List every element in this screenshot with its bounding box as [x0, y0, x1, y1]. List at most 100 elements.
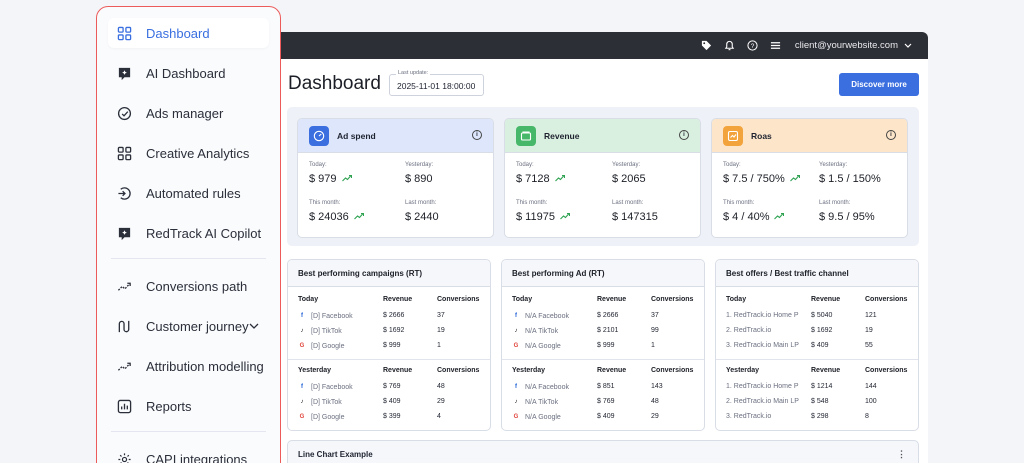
kpi-area: Ad spend i Today: $ 979 Yesterday: $ 890… [287, 107, 919, 246]
sidebar-item-creative-analytics[interactable]: Creative Analytics [108, 138, 269, 168]
col-header-conversions: Conversions [865, 296, 908, 303]
sidebar-item-customer-journey[interactable]: Customer journey [108, 311, 269, 341]
table-row[interactable]: G N/A Google $ 409 29 [502, 413, 704, 424]
sidebar-item-label: CAPI integrations [146, 451, 248, 463]
table-row[interactable]: ♪ [D] TikTok $ 1692 19 [288, 327, 490, 338]
help-icon[interactable]: ? [746, 39, 760, 53]
kpi-today-label: Today: [723, 162, 741, 168]
trend-chart-icon [723, 125, 743, 146]
kpi-title: Roas [751, 130, 772, 141]
facebook-icon: f [515, 384, 517, 390]
row-conversions: 100 [865, 398, 877, 405]
sidebar-item-dashboard[interactable]: Dashboard [108, 18, 269, 48]
google-icon: G [299, 343, 305, 349]
section-label: Yesterday [298, 367, 332, 374]
table-row[interactable]: f N/A Facebook $ 851 143 [502, 383, 704, 394]
trend-up-icon [785, 173, 800, 185]
discover-more-button[interactable]: Discover more [839, 73, 919, 96]
row-revenue: $ 409 [811, 342, 829, 349]
report-icon [115, 397, 133, 415]
row-revenue: $ 5040 [811, 312, 833, 319]
info-icon[interactable]: i [472, 130, 482, 140]
table-row[interactable]: 1. RedTrack.io Home P $ 1214 144 [716, 383, 918, 394]
row-revenue: $ 2666 [597, 312, 619, 319]
row-name: N/A TikTok [525, 398, 559, 406]
sidebar-item-attribution-modelling[interactable]: Attribution modelling [108, 351, 269, 381]
row-conversions: 29 [437, 398, 445, 405]
col-header-conversions: Conversions [865, 367, 908, 374]
col-header-conversions: Conversions [651, 296, 694, 303]
sidebar-item-reports[interactable]: Reports [108, 391, 269, 421]
table-row[interactable]: f [D] Facebook $ 769 48 [288, 383, 490, 394]
sidebar-item-ai-dashboard[interactable]: AI Dashboard [108, 58, 269, 88]
sidebar-item-automated-rules[interactable]: Automated rules [108, 178, 269, 208]
sidebar-item-label: Attribution modelling [146, 358, 264, 374]
sidebar-item-label: Customer journey [146, 318, 249, 334]
sidebar-divider [111, 258, 266, 259]
kpi-yesterday-label: Yesterday: [405, 162, 434, 168]
kpi-month: This month: $ 24036 [309, 200, 364, 223]
table-row[interactable]: 3. RedTrack.io Main LP $ 409 55 [716, 342, 918, 353]
kpi-title: Revenue [544, 130, 580, 141]
info-icon[interactable]: i [679, 130, 689, 140]
table-title: Best performing campaigns (RT) [288, 260, 490, 287]
kpi-header: Roas i [712, 119, 907, 152]
facebook-icon: f [301, 313, 303, 319]
kpi-body: Today: $ 979 Yesterday: $ 890 This month… [298, 152, 493, 237]
line-chart-title: Line Chart Example [298, 450, 373, 459]
sidebar-item-conversions-path[interactable]: Conversions path [108, 271, 269, 301]
table-row[interactable]: 1. RedTrack.io Home P $ 5040 121 [716, 312, 918, 323]
row-name: 1. RedTrack.io Home P [726, 312, 799, 319]
kpi-yesterday: Yesterday: $ 1.5 / 150% [819, 162, 881, 185]
col-header-revenue: Revenue [597, 296, 627, 303]
kpi-lastmonth-value: $ 147315 [612, 211, 658, 223]
kpi-yesterday: Yesterday: $ 890 [405, 162, 433, 185]
sidebar-item-redtrack-ai-copilot[interactable]: RedTrack AI Copilot [108, 218, 269, 248]
table-section: Yesterday Revenue Conversions f N/A Faceb… [502, 364, 704, 428]
kpi-month-value: $ 24036 [309, 211, 349, 223]
table-row[interactable]: f N/A Facebook $ 2666 37 [502, 312, 704, 323]
chevron-down-icon[interactable] [904, 43, 914, 49]
row-conversions: 8 [865, 413, 869, 420]
row-name: N/A Google [525, 342, 561, 350]
row-conversions: 48 [651, 398, 659, 405]
row-revenue: $ 409 [383, 398, 401, 405]
table-row[interactable]: ♪ [D] TikTok $ 409 29 [288, 398, 490, 409]
sidebar-item-ads-manager[interactable]: Ads manager [108, 98, 269, 128]
menu-icon[interactable] [769, 39, 783, 53]
table-row[interactable]: 3. RedTrack.io $ 298 8 [716, 413, 918, 424]
user-email[interactable]: client@yourwebsite.com [795, 40, 898, 51]
table-row[interactable]: G [D] Google $ 999 1 [288, 342, 490, 353]
col-header-revenue: Revenue [597, 367, 627, 374]
section-divider [716, 359, 918, 360]
path-icon [115, 357, 133, 375]
bell-icon[interactable] [723, 39, 737, 53]
table-card-1: Best performing campaigns (RT) Today Rev… [287, 259, 491, 431]
kpi-today-value: $ 7128 [516, 173, 550, 185]
more-options-icon[interactable]: ⋮ [897, 449, 906, 460]
row-conversions: 48 [437, 383, 445, 390]
sidebar-item-capi-integrations[interactable]: CAPI integrations [108, 444, 269, 463]
table-row[interactable]: ♪ N/A TikTok $ 2101 99 [502, 327, 704, 338]
row-conversions: 99 [651, 327, 659, 334]
row-revenue: $ 2666 [383, 312, 405, 319]
kpi-yesterday-value: $ 1.5 / 150% [819, 173, 881, 185]
kpi-yesterday: Yesterday: $ 2065 [612, 162, 646, 185]
table-row[interactable]: 2. RedTrack.io $ 1692 19 [716, 327, 918, 338]
info-icon[interactable]: i [886, 130, 896, 140]
table-row[interactable]: G N/A Google $ 999 1 [502, 342, 704, 353]
wallet-icon [516, 125, 536, 146]
row-conversions: 19 [865, 327, 873, 334]
sidebar-item-label: Conversions path [146, 278, 248, 294]
table-row[interactable]: 2. RedTrack.io Main LP $ 548 100 [716, 398, 918, 409]
table-row[interactable]: f [D] Facebook $ 2666 37 [288, 312, 490, 323]
trend-up-icon [337, 173, 352, 185]
tag-icon[interactable] [700, 39, 714, 53]
col-header-conversions: Conversions [437, 296, 480, 303]
last-update-label: Last update: [396, 70, 431, 76]
table-row[interactable]: ♪ N/A TikTok $ 769 48 [502, 398, 704, 409]
row-conversions: 55 [865, 342, 873, 349]
table-row[interactable]: G [D] Google $ 399 4 [288, 413, 490, 424]
chevron-down-icon[interactable] [249, 320, 261, 332]
main-content: Dashboard Last update: 2025-11-01 18:00:… [281, 59, 928, 463]
